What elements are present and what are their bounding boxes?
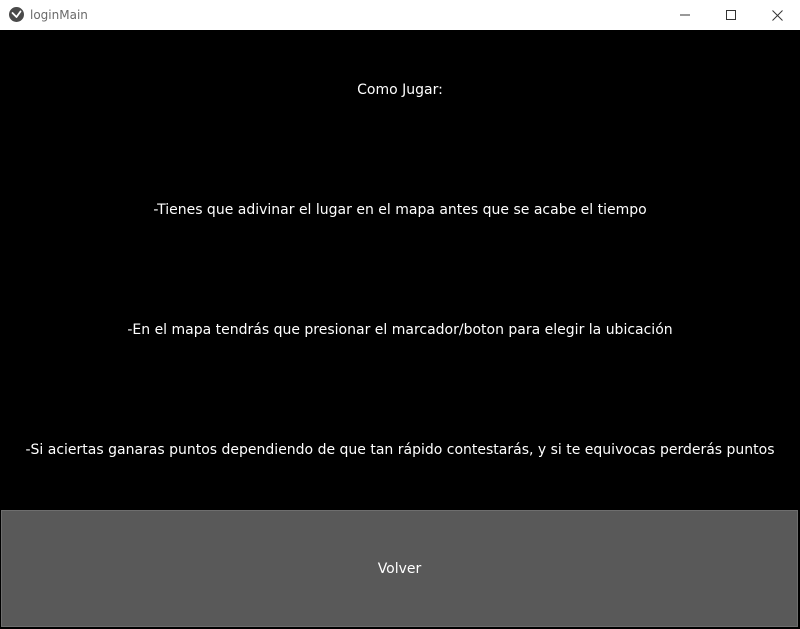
help-content: Como Jugar: -Tienes que adivinar el luga… xyxy=(0,30,800,629)
app-logo-icon xyxy=(9,7,24,22)
title-bar[interactable]: loginMain xyxy=(0,0,800,30)
close-icon xyxy=(771,9,783,21)
back-button[interactable]: Volver xyxy=(1,510,798,627)
help-line-press-marker: -En el mapa tendrás que presionar el mar… xyxy=(127,322,673,338)
back-button-label: Volver xyxy=(377,560,422,577)
app-window: loginMain Como Jugar: -Tienes que adivin… xyxy=(0,0,800,629)
minimize-button[interactable] xyxy=(662,0,708,30)
close-button[interactable] xyxy=(754,0,800,30)
window-title: loginMain xyxy=(30,8,88,22)
minimize-icon xyxy=(680,10,690,20)
maximize-icon xyxy=(726,10,736,20)
maximize-button[interactable] xyxy=(708,0,754,30)
help-line-points: -Si aciertas ganaras puntos dependiendo … xyxy=(25,442,775,458)
help-heading: Como Jugar: xyxy=(357,82,443,98)
help-line-guess-place: -Tienes que adivinar el lugar en el mapa… xyxy=(153,202,647,218)
